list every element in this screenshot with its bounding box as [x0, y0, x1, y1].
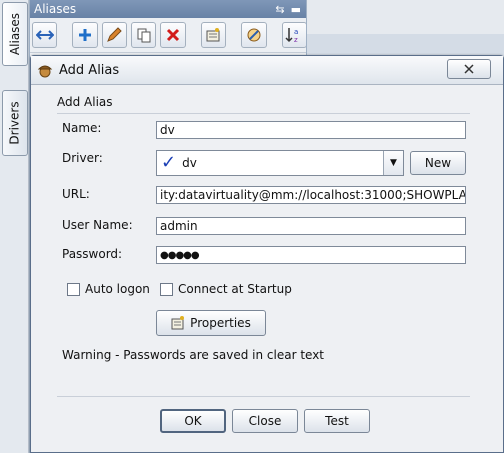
new-driver-button[interactable]: New [410, 151, 466, 175]
driver-value: dv [182, 156, 197, 170]
aliases-panel-titlebar: Aliases ⇆ ▬ [30, 0, 307, 18]
password-label: Password: [62, 247, 123, 261]
svg-text:z: z [294, 36, 298, 43]
url-label: URL: [62, 187, 90, 201]
close-icon [464, 64, 474, 74]
plus-icon [79, 29, 92, 41]
auto-logon-box[interactable] [67, 282, 80, 296]
connect-icon [35, 30, 54, 40]
tab-drivers-label: Drivers [8, 101, 22, 145]
alias-properties-button[interactable] [200, 22, 227, 48]
ok-button[interactable]: OK [160, 409, 226, 433]
svg-text:a: a [294, 28, 298, 36]
driver-select[interactable]: ✓ dv ▼ [156, 150, 404, 176]
url-field[interactable]: ity:datavirtuality@mm://localhost:31000;… [156, 186, 466, 204]
edit-alias-button[interactable] [101, 22, 128, 48]
session-icon [247, 28, 261, 42]
checkmark-icon: ✓ [161, 152, 177, 173]
chevron-down-icon[interactable]: ▼ [383, 151, 403, 175]
workspace-area [307, 0, 504, 34]
aliases-toolbar: az [30, 18, 308, 53]
driver-label: Driver: [62, 151, 103, 165]
pencil-icon [107, 27, 123, 42]
sql-session-button[interactable] [241, 22, 267, 48]
copy-alias-button[interactable] [131, 22, 157, 48]
aliases-panel-title: Aliases [34, 2, 77, 16]
test-button[interactable]: Test [304, 409, 370, 433]
tab-drivers[interactable]: Drivers [2, 90, 28, 156]
panel-float-icon[interactable]: ⇆ [275, 3, 284, 16]
panel-minimize-icon[interactable]: ▬ [291, 3, 301, 16]
auto-logon-label: Auto logon [85, 282, 150, 296]
connect-button[interactable] [32, 22, 58, 48]
group-divider [57, 113, 470, 114]
auto-logon-checkbox[interactable]: Auto logon [67, 282, 150, 296]
dialog-title: Add Alias [59, 62, 120, 78]
properties-icon [171, 316, 185, 330]
delete-alias-button[interactable] [160, 22, 186, 48]
password-warning: Warning - Passwords are saved in clear t… [62, 348, 325, 362]
tab-aliases[interactable]: Aliases [2, 2, 28, 66]
delete-icon [166, 28, 180, 42]
side-tab-strip: Aliases Drivers [0, 0, 29, 453]
add-alias-button[interactable] [72, 22, 98, 48]
properties-icon [206, 28, 220, 42]
name-field[interactable]: dv [156, 121, 466, 139]
dialog-titlebar: Add Alias [31, 56, 503, 85]
connect-startup-checkbox[interactable]: Connect at Startup [160, 282, 292, 296]
dialog-close-button[interactable] [447, 59, 491, 79]
username-label: User Name: [62, 218, 133, 232]
name-label: Name: [62, 121, 102, 135]
sort-az-icon: az [285, 28, 299, 43]
properties-label: Properties [190, 316, 251, 330]
properties-button[interactable]: Properties [156, 310, 266, 336]
group-title: Add Alias [57, 95, 113, 109]
copy-icon [137, 28, 151, 43]
close-button[interactable]: Close [232, 409, 298, 433]
tab-aliases-label: Aliases [8, 12, 22, 56]
connect-startup-box[interactable] [160, 282, 173, 296]
username-field[interactable]: admin [156, 217, 466, 235]
sort-button[interactable]: az [281, 22, 308, 48]
connect-startup-label: Connect at Startup [178, 282, 292, 296]
button-divider [57, 396, 470, 397]
password-field[interactable]: ●●●●● [156, 246, 466, 264]
acorn-icon [37, 65, 53, 78]
